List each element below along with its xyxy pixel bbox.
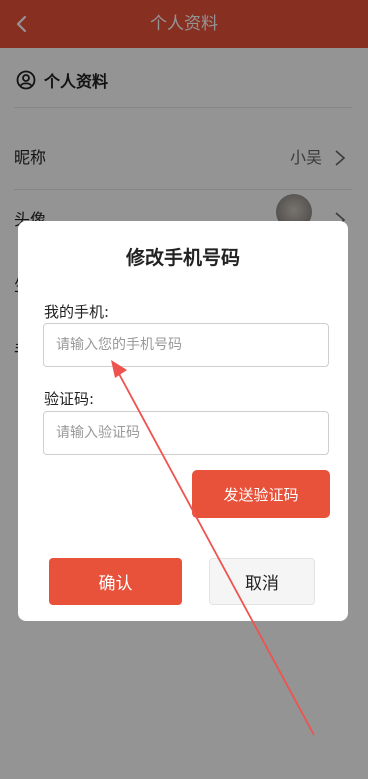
phone-input[interactable]: 请输入您的手机号码 — [43, 323, 329, 367]
send-code-button[interactable]: 发送验证码 — [192, 470, 330, 518]
dialog-title: 修改手机号码 — [125, 247, 240, 269]
change-phone-dialog: 修改手机号码 我的手机: 请输入您的手机号码 验证码: 请输入验证码 发送验证码… — [18, 221, 348, 621]
cancel-button[interactable]: 取消 — [209, 558, 315, 605]
code-label: 验证码: — [44, 390, 95, 408]
phone-label: 我的手机: — [44, 303, 110, 321]
confirm-button[interactable]: 确认 — [49, 558, 182, 605]
code-input[interactable]: 请输入验证码 — [43, 411, 329, 455]
